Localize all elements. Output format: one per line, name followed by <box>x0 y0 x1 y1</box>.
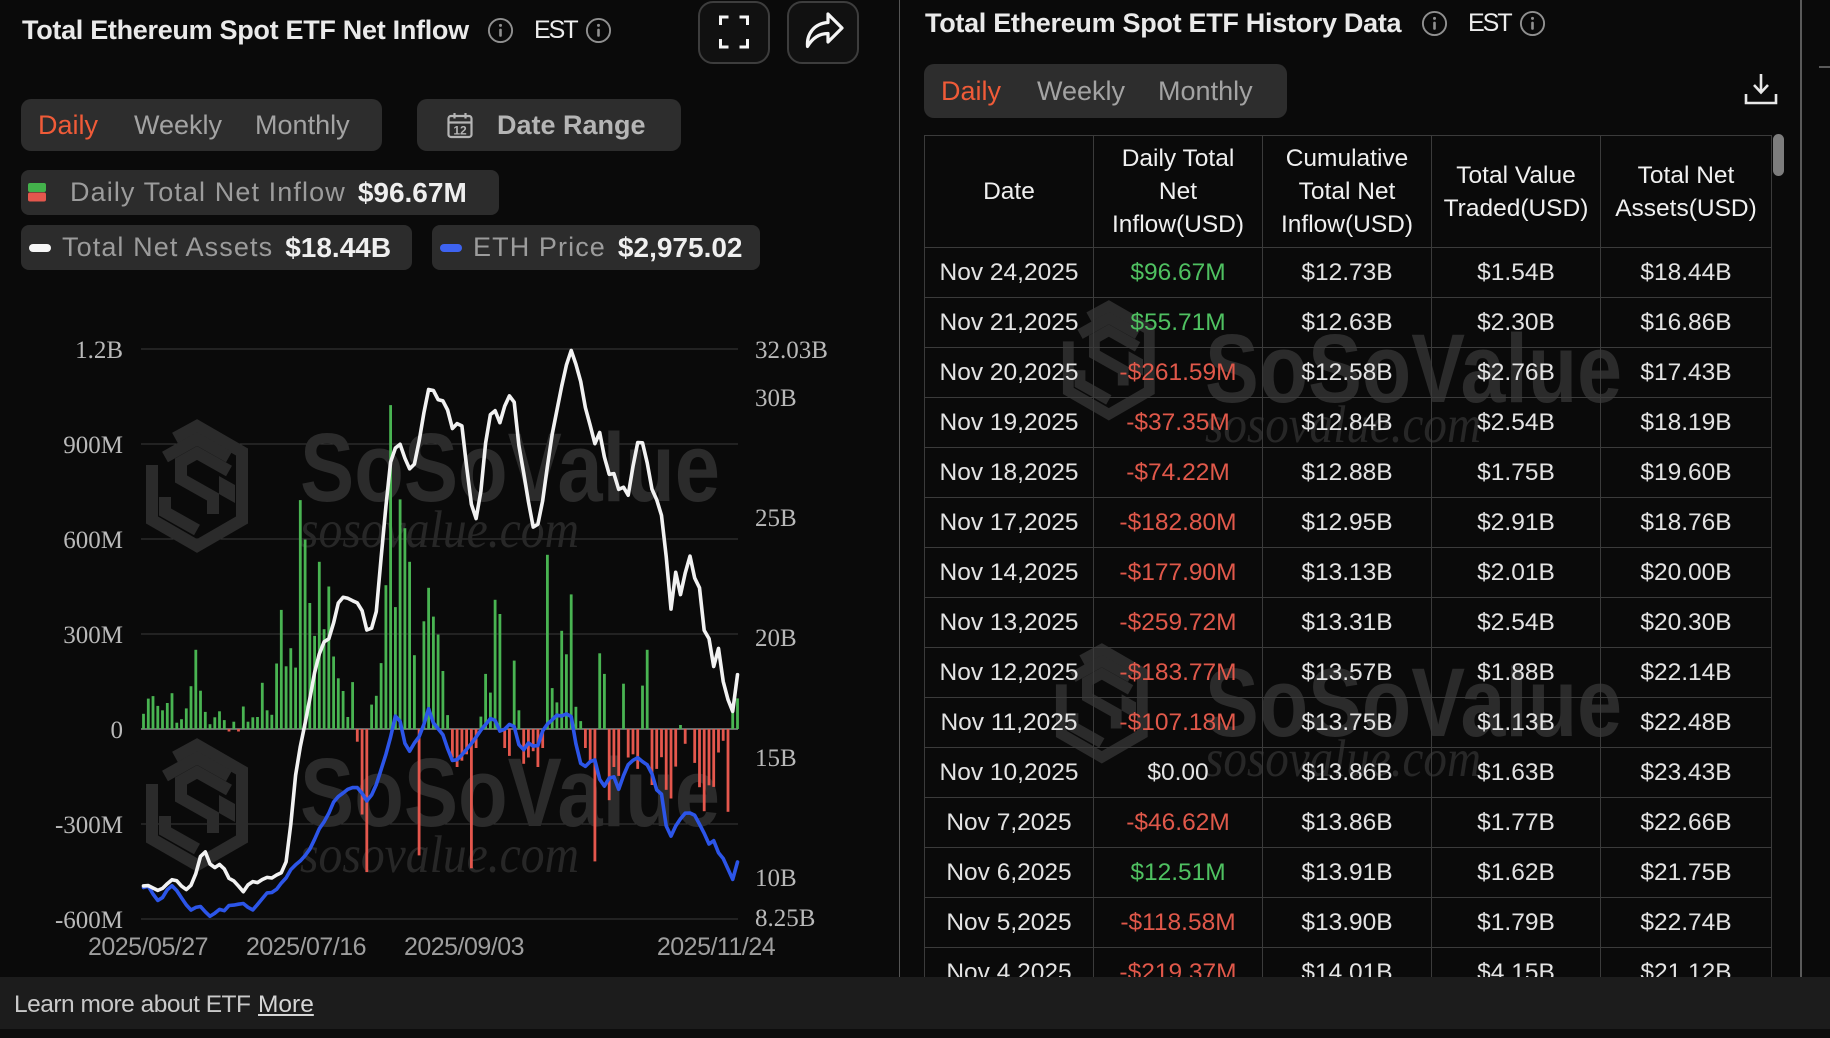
svg-text:1.2B: 1.2B <box>75 337 123 364</box>
svg-text:8.25B: 8.25B <box>755 905 815 932</box>
svg-text:-600M: -600M <box>55 907 123 934</box>
svg-text:600M: 600M <box>63 527 123 554</box>
svg-text:32.03B: 32.03B <box>755 337 828 364</box>
svg-text:2025/05/27: 2025/05/27 <box>88 933 208 961</box>
svg-text:0: 0 <box>111 717 124 744</box>
svg-text:2025/11/24: 2025/11/24 <box>657 933 776 961</box>
svg-text:-300M: -300M <box>55 812 123 839</box>
svg-text:25B: 25B <box>755 505 797 532</box>
svg-text:2025/09/03: 2025/09/03 <box>404 933 524 961</box>
svg-text:30B: 30B <box>755 385 797 412</box>
svg-text:10B: 10B <box>755 865 797 892</box>
svg-text:2025/07/16: 2025/07/16 <box>246 933 366 961</box>
svg-text:20B: 20B <box>755 625 797 652</box>
svg-text:12: 12 <box>453 123 467 137</box>
svg-text:15B: 15B <box>755 745 797 772</box>
svg-text:sosovalue.com: sosovalue.com <box>300 501 579 559</box>
svg-text:900M: 900M <box>63 432 123 459</box>
svg-text:300M: 300M <box>63 622 123 649</box>
svg-text:sosovalue.com: sosovalue.com <box>300 826 579 884</box>
